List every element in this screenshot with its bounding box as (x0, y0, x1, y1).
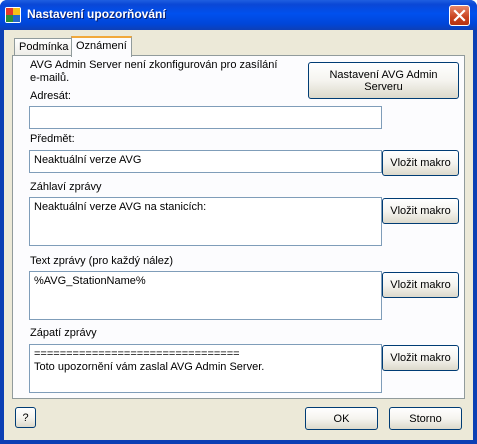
title-bar[interactable]: Nastavení upozorňování (0, 0, 477, 30)
subject-insert-macro-button[interactable]: Vložit makro (382, 150, 459, 176)
footer-line2: Toto upozornění vám zaslal AVG Admin Ser… (34, 361, 265, 373)
tab-oznameni[interactable]: Oznámení (71, 36, 132, 57)
avg-icon (5, 7, 21, 23)
body-label: Text zprávy (pro každý nález) (30, 255, 174, 267)
header-insert-macro-button[interactable]: Vložit makro (382, 198, 459, 224)
close-button[interactable] (449, 5, 470, 26)
subject-label: Předmět: (30, 133, 75, 145)
recipient-label: Adresát: (30, 90, 71, 102)
header-label: Záhlaví zprávy (30, 181, 102, 193)
server-settings-label-line1: Nastavení AVG Admin (329, 68, 438, 81)
subject-input[interactable]: Neaktuální verze AVG (29, 150, 382, 173)
help-button[interactable]: ? (15, 407, 36, 428)
ok-button[interactable]: OK (305, 407, 378, 430)
tab-panel: AVG Admin Server není zkonfigurován pro … (12, 55, 465, 399)
close-icon (453, 9, 466, 22)
server-note-line2: e-mailů. (30, 72, 70, 84)
server-note-line1: AVG Admin Server není zkonfigurován pro … (30, 59, 278, 71)
dialog-window: Nastavení upozorňování Podmínka Oznámení… (0, 0, 477, 444)
dialog-client-area: Podmínka Oznámení AVG Admin Server není … (4, 30, 473, 440)
window-title: Nastavení upozorňování (27, 7, 166, 21)
footer-line1: ================================ (34, 348, 240, 360)
footer-insert-macro-button[interactable]: Vložit makro (382, 345, 459, 371)
recipient-input[interactable] (29, 106, 382, 129)
cancel-button[interactable]: Storno (389, 407, 462, 430)
server-settings-label-line2: Serveru (364, 80, 403, 93)
body-textarea[interactable]: %AVG_StationName% (29, 271, 382, 320)
footer-textarea[interactable]: ================================ Toto upo… (29, 344, 382, 393)
server-settings-button[interactable]: Nastavení AVG Admin Serveru (308, 62, 459, 99)
footer-label: Zápatí zprávy (30, 327, 97, 339)
body-insert-macro-button[interactable]: Vložit makro (382, 272, 459, 298)
header-textarea[interactable]: Neaktuální verze AVG na stanicích: (29, 197, 382, 246)
